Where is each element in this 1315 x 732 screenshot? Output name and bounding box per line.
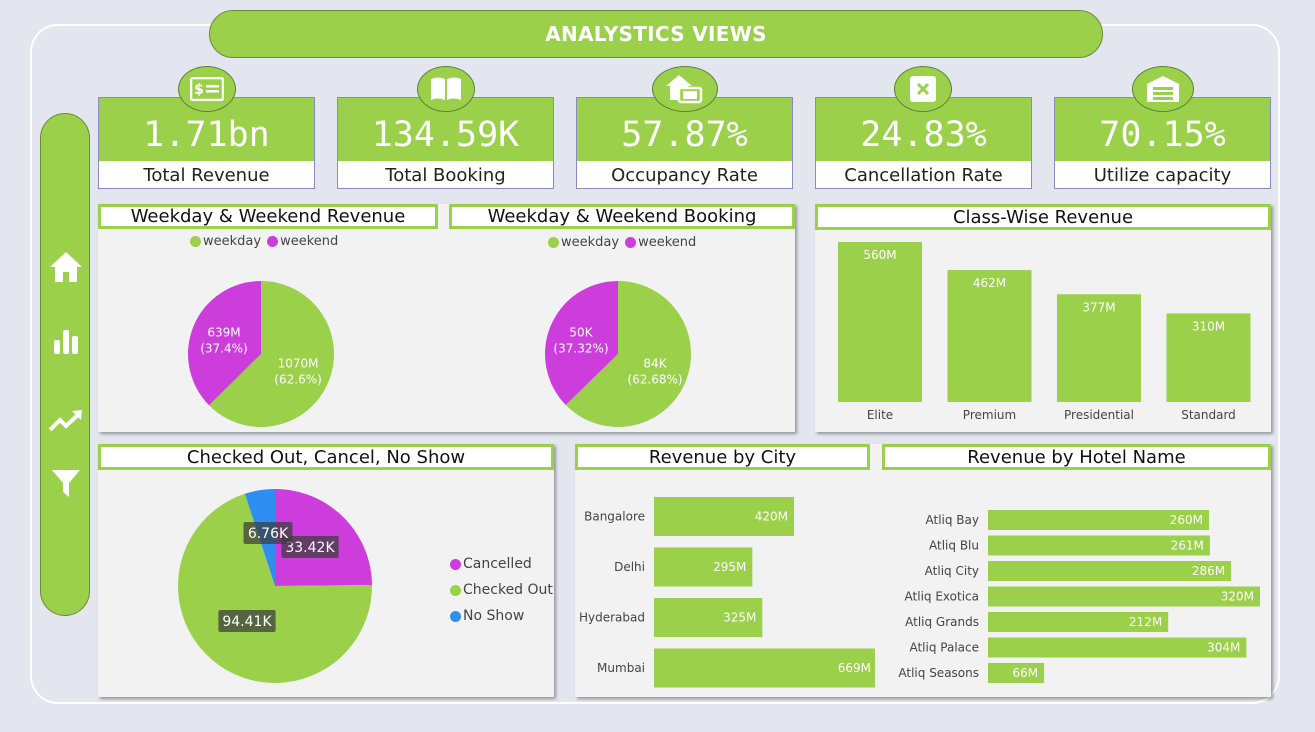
page-title-text: ANALYSTICS VIEWS xyxy=(545,22,767,46)
money-icon: $ xyxy=(178,66,236,112)
city-revenue-bar-chart: 420M Bangalore 295M Delhi 325M Hyderabad 669M M… xyxy=(579,497,875,688)
bar-category-label: Premium xyxy=(963,408,1016,422)
page-title: ANALYSTICS VIEWS xyxy=(209,10,1103,58)
hotel-revenue-bar-chart: 260M Atliq Bay 261M Atliq Blu 286M Atliq City… xyxy=(898,510,1260,683)
cancel-icon xyxy=(894,66,952,112)
bar-value-label: 310M xyxy=(1192,319,1225,333)
status-pie-title: Checked Out, Cancel, No Show xyxy=(98,444,554,470)
hotel-revenue-title: Revenue by Hotel Name xyxy=(882,444,1271,470)
pie-value-label: 639M xyxy=(207,326,240,340)
kpi-label: Occupancy Rate xyxy=(611,164,758,186)
bar-value-label: 377M xyxy=(1082,300,1115,314)
bar-value-label: 669M xyxy=(838,661,871,675)
bar-category-label: Atliq Seasons xyxy=(898,666,979,680)
bar-value-label: 66M xyxy=(1012,666,1038,680)
filter-icon[interactable] xyxy=(47,464,85,502)
kpi-label: Total Booking xyxy=(385,164,506,186)
kpi-label: Cancellation Rate xyxy=(844,164,1003,186)
bar-category-label: Bangalore xyxy=(584,510,645,524)
trend-up-icon[interactable] xyxy=(47,402,85,440)
bar-category-label: Atliq Blu xyxy=(929,539,979,553)
pie-value-label: 94.41K xyxy=(222,614,272,630)
bar-value-label: 462M xyxy=(973,276,1006,290)
status-pie-legend: Cancelled Checked Out No Show xyxy=(450,551,553,629)
legend-dot xyxy=(450,558,461,570)
bar-atliq-exotica[interactable] xyxy=(988,586,1260,607)
bar-value-label: 320M xyxy=(1221,590,1254,604)
bar-value-label: 304M xyxy=(1207,641,1240,655)
revenue-city-hotel-panel: 420M Bangalore 295M Delhi 325M Hyderabad 669M M… xyxy=(575,444,1271,697)
bar-category-label: Atliq Grands xyxy=(905,615,979,629)
pie-value-label: 50K xyxy=(569,325,593,339)
bar-value-label: 212M xyxy=(1129,615,1162,629)
bar-value-label: 420M xyxy=(755,510,788,524)
bar-category-label: Atliq Bay xyxy=(926,513,980,527)
bar-value-label: 295M xyxy=(713,560,746,574)
kpi-label: Utilize capacity xyxy=(1093,164,1232,186)
bar-category-label: Atliq Palace xyxy=(909,641,979,655)
garage-icon xyxy=(1132,66,1194,112)
home-icon[interactable] xyxy=(47,248,85,286)
bar-category-label: Delhi xyxy=(614,560,645,574)
city-revenue-title: Revenue by City xyxy=(575,444,870,470)
bar-category-label: Hyderabad xyxy=(579,611,645,625)
pie-percent-label: (37.4%) xyxy=(200,342,247,356)
kpi-label: Total Revenue xyxy=(143,164,270,186)
sidebar-nav xyxy=(40,113,90,616)
pie-percent-label: (62.6%) xyxy=(274,372,321,386)
bar-category-label: Atliq Exotica xyxy=(905,590,979,604)
bar-category-label: Presidential xyxy=(1064,408,1134,422)
bar-value-label: 325M xyxy=(723,611,756,625)
legend-item-checked-out[interactable]: Checked Out xyxy=(450,577,553,603)
bar-value-label: 560M xyxy=(863,248,896,262)
bar-value-label: 286M xyxy=(1192,564,1225,578)
class-revenue-bar-chart: 560M Elite 462M Premium 377M Presidential 310M… xyxy=(838,242,1251,422)
bar-category-label: Elite xyxy=(867,408,893,422)
pie-value-label: 6.76K xyxy=(248,526,289,542)
bar-elite[interactable] xyxy=(838,242,922,402)
class-revenue-title: Class-Wise Revenue xyxy=(815,204,1271,230)
bar-category-label: Mumbai xyxy=(597,661,645,675)
pie-value-label: 1070M xyxy=(278,356,319,370)
legend-dot xyxy=(450,584,461,596)
revenue-pie-title: Weekday & Weekend Revenue xyxy=(98,204,438,229)
bar-category-label: Atliq City xyxy=(925,564,979,578)
pie-value-label: 84K xyxy=(643,357,667,371)
book-icon xyxy=(417,66,475,112)
revenue-pie-chart: 1070M (62.6%) 639M (37.4%) 84K (62.68%) 50K (37… xyxy=(188,281,691,427)
bar-chart-icon[interactable] xyxy=(47,322,85,360)
class-revenue-panel: 560M Elite 462M Premium 377M Presidential 310M… xyxy=(815,204,1271,432)
bar-value-label: 260M xyxy=(1170,513,1203,527)
booking-pie-title: Weekday & Weekend Booking xyxy=(449,204,795,229)
status-panel: 33.42K 94.41K 6.76K Cancelled Checked Out … xyxy=(98,444,554,697)
legend-item-no-show[interactable]: No Show xyxy=(450,603,553,629)
pie-percent-label: (62.68%) xyxy=(627,373,682,387)
legend-item-cancelled[interactable]: Cancelled xyxy=(450,551,553,577)
svg-text:$: $ xyxy=(194,82,204,98)
legend-dot xyxy=(450,610,461,622)
weekday-weekend-panel: weekday weekend weekday weekend 1070M (62… xyxy=(98,204,795,432)
pie-percent-label: (37.32%) xyxy=(553,341,608,355)
bar-value-label: 261M xyxy=(1171,539,1204,553)
pie-value-label: 33.42K xyxy=(285,540,335,556)
house-occupancy-icon xyxy=(652,66,718,112)
bar-category-label: Standard xyxy=(1181,408,1236,422)
